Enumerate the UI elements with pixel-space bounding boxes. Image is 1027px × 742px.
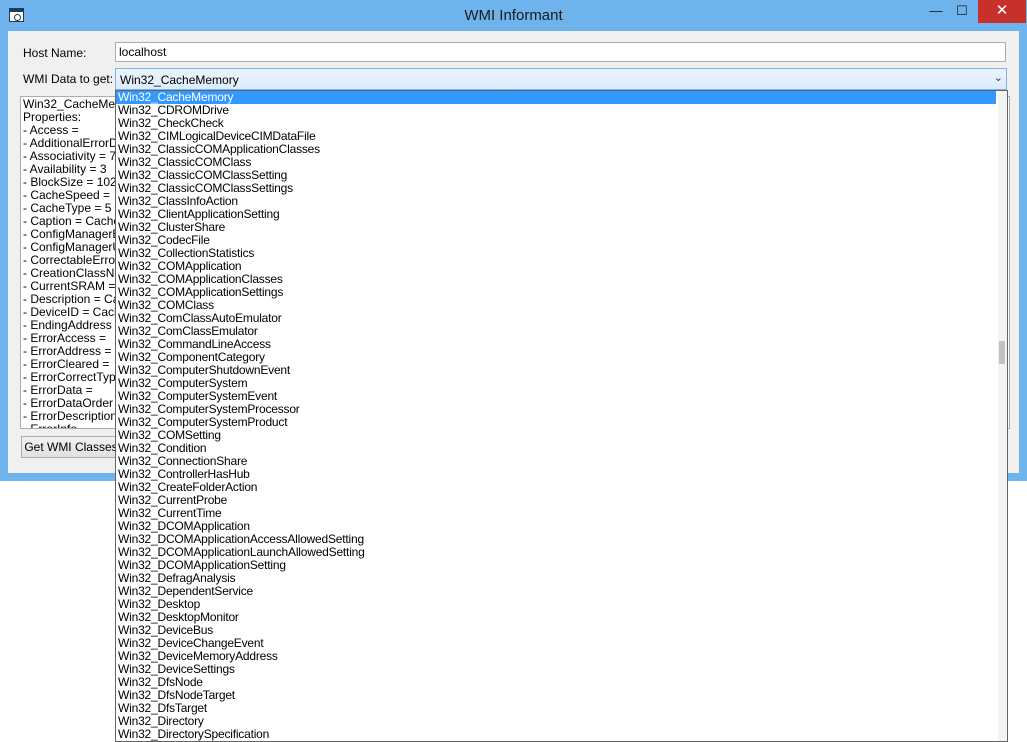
wmi-class-select[interactable]: Win32_CacheMemory ⌄ [115,68,1007,90]
dropdown-item[interactable]: Win32_CurrentProbe [116,494,996,507]
dropdown-item[interactable]: Win32_ClassicCOMClassSettings [116,182,996,195]
dropdown-item[interactable]: Win32_DeviceSettings [116,663,996,676]
dropdown-item[interactable]: Win32_ClusterShare [116,221,996,234]
dropdown-item[interactable]: Win32_DfsNode [116,676,996,689]
chevron-down-icon[interactable]: ⌄ [994,71,1003,84]
dropdown-item[interactable]: Win32_DesktopMonitor [116,611,996,624]
dropdown-scrollbar[interactable] [998,91,1007,741]
dropdown-item[interactable]: Win32_DependentService [116,585,996,598]
dropdown-item[interactable]: Win32_ClientApplicationSetting [116,208,996,221]
window-title: WMI Informant [464,7,563,24]
get-wmi-classes-button[interactable]: Get WMI Classes [21,436,121,458]
scrollbar-thumb[interactable] [999,341,1005,364]
host-name-input[interactable]: localhost [115,42,1006,62]
host-name-label: Host Name: [23,46,87,60]
dropdown-item[interactable]: Win32_DfsTarget [116,702,996,715]
dropdown-item[interactable]: Win32_DeviceMemoryAddress [116,650,996,663]
title-bar[interactable]: WMI Informant — ☐ ✕ [0,0,1027,31]
dropdown-item[interactable]: Win32_CreateFolderAction [116,481,996,494]
wmi-class-selected-value: Win32_CacheMemory [120,73,239,87]
dropdown-item[interactable]: Win32_CacheMemory [116,91,996,104]
wmi-data-label: WMI Data to get: [23,72,114,86]
dropdown-item[interactable]: Win32_COMApplicationSettings [116,286,996,299]
close-button[interactable]: ✕ [978,0,1026,23]
dropdown-item[interactable]: Win32_DirectorySpecification [116,728,996,741]
dropdown-item[interactable]: Win32_COMSetting [116,429,996,442]
dropdown-item[interactable]: Win32_CDROMDrive [116,104,996,117]
wmi-class-dropdown-list[interactable]: Win32_CacheMemory Win32_CDROMDrive Win32_C… [115,90,1008,742]
dropdown-item[interactable]: Win32_Condition [116,442,996,455]
dropdown-item[interactable]: Win32_CollectionStatistics [116,247,996,260]
dropdown-item[interactable]: Win32_Desktop [116,598,996,611]
maximize-button[interactable]: ☐ [947,0,977,23]
dropdown-item[interactable]: Win32_ComputerShutdownEvent [116,364,996,377]
dropdown-items: Win32_CacheMemory Win32_CDROMDrive Win32_C… [116,91,996,741]
dropdown-item[interactable]: Win32_ComputerSystemProduct [116,416,996,429]
dropdown-item[interactable]: Win32_DfsNodeTarget [116,689,996,702]
dropdown-item[interactable]: Win32_DCOMApplicationSetting [116,559,996,572]
